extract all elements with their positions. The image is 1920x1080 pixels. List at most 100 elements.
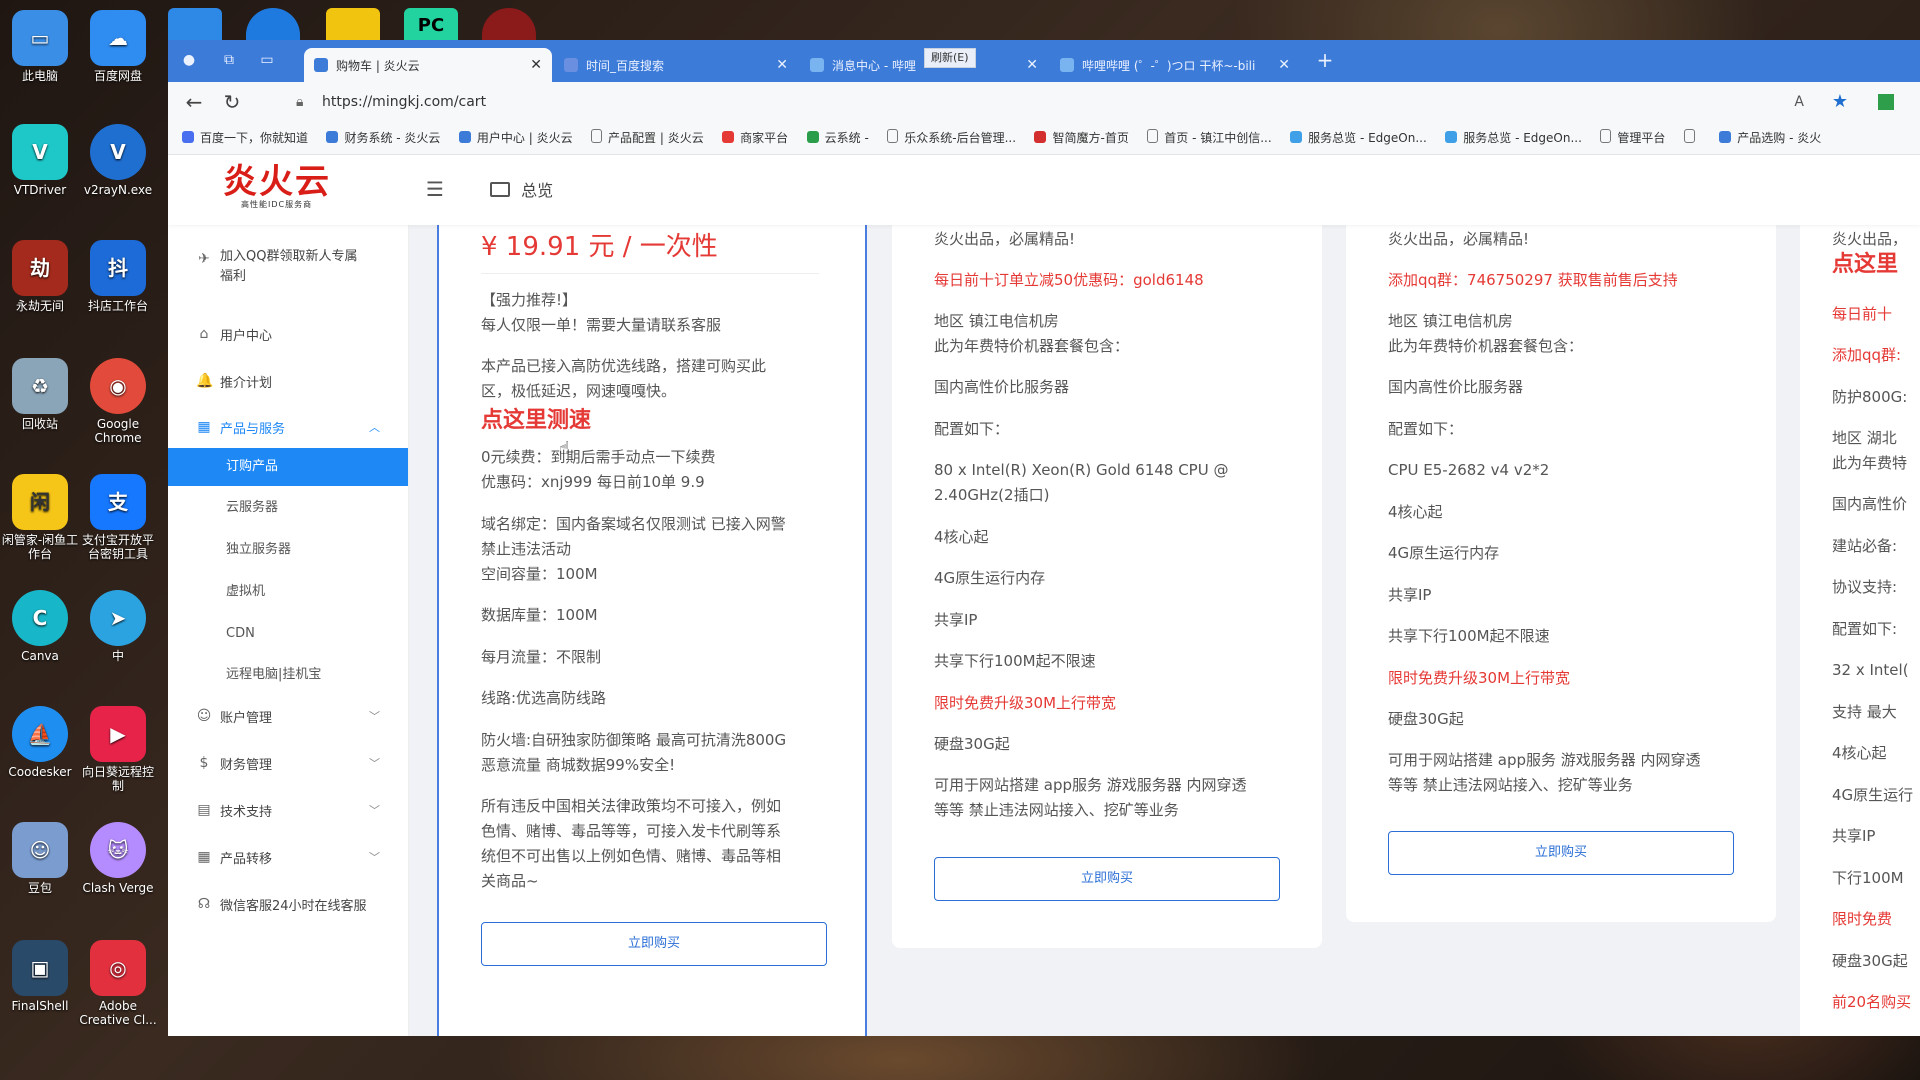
card-text: CPU E5-2682 v4 v2*2 <box>1388 461 1550 479</box>
buy-now-button[interactable]: 立即购买 <box>1388 831 1734 875</box>
close-icon[interactable]: ✕ <box>530 57 542 73</box>
sidebar-item-product-transfer[interactable]: ▦ 产品转移 ﹀ <box>168 838 408 876</box>
desktop-icon-baidu-pan[interactable]: ☁ 百度网盘 <box>78 10 158 83</box>
bookmark-item[interactable]: 服务总览 - EdgeOn... <box>1445 122 1582 154</box>
doubao-icon: ☺ <box>12 822 68 878</box>
app-yellow-icon[interactable] <box>326 8 380 44</box>
url-field[interactable]: 🔒︎ https://mingkj.com/cart A ★ <box>280 88 1900 116</box>
chrome-icon: ◉ <box>90 358 146 414</box>
sidebar-sub-cloud-server[interactable]: 云服务器 <box>168 489 408 527</box>
card-text: 4核心起 <box>1388 503 1443 521</box>
refresh-icon[interactable]: ↻ <box>220 90 244 114</box>
card-text: 地区 镇江电信机房 <box>1388 312 1513 330</box>
site-header: 炎火云 高性能IDC服务商 ☰ 总览 <box>168 155 1920 225</box>
grid-icon: ▦ <box>197 849 211 865</box>
tab-title: 时间_百度搜索 <box>586 58 665 73</box>
buy-now-button[interactable]: 立即购买 <box>481 922 827 966</box>
new-tab-button[interactable]: + <box>1316 48 1334 72</box>
sidebar-sub-vm[interactable]: 虚拟机 <box>168 573 408 611</box>
card-text: 4G原生运行内存 <box>1388 544 1500 562</box>
baidu-favicon-icon <box>564 58 578 72</box>
desktop-icon-recycle-bin[interactable]: ♻ 回收站 <box>0 358 80 431</box>
desktop-icon-label: Google Chrome <box>94 417 142 445</box>
site-logo[interactable]: 炎火云 高性能IDC服务商 <box>223 165 363 215</box>
desktop-icon-v2rayn[interactable]: V v2rayN.exe <box>78 124 158 197</box>
desktop-icon-canva[interactable]: C Canva <box>0 590 80 663</box>
sidebar-item-user-center[interactable]: ⌂ 用户中心 <box>168 315 408 353</box>
bookmark-item[interactable]: 乐众系统-后台管理... <box>887 122 1016 154</box>
adobe-cc-icon: ◎ <box>90 940 146 996</box>
bookmark-item[interactable]: 首页 - 镇江中创信... <box>1147 122 1272 154</box>
tab-actions-icon[interactable]: ▭ <box>258 52 276 70</box>
sidebar-item-wechat-support[interactable]: ☊ 微信客服24小时在线客服 <box>168 885 408 923</box>
monitor-icon <box>490 182 510 197</box>
extension-icon[interactable] <box>1878 94 1894 110</box>
bookmark-item[interactable]: 服务总览 - EdgeOn... <box>1290 122 1427 154</box>
desktop-icon-adobe-cc[interactable]: ◎ Adobe Creative Cl... <box>78 940 158 1027</box>
sidebar-sub-remote-pc[interactable]: 远程电脑|挂机宝 <box>168 656 408 694</box>
card-text: 共享IP <box>1832 827 1876 845</box>
canva-icon: C <box>12 590 68 646</box>
desktop-icon-xianguanjia[interactable]: 闲 闲管家-闲鱼工作台 <box>0 474 80 561</box>
bookmark-item[interactable]: 产品选购 - 炎火 <box>1719 122 1821 154</box>
menu-toggle-icon[interactable]: ☰ <box>426 177 444 201</box>
back-icon[interactable]: ← <box>182 90 206 114</box>
desktop-icon-doudian[interactable]: 抖 抖店工作台 <box>78 240 158 313</box>
file-explorer-icon[interactable] <box>168 8 222 44</box>
buy-now-button[interactable]: 立即购买 <box>934 857 1280 901</box>
sidebar-item-referral[interactable]: 🔔 推介计划 <box>168 362 408 400</box>
pycharm-icon[interactable]: PC <box>404 8 458 44</box>
sidebar-item-finance[interactable]: $ 财务管理 ﹀ <box>168 744 408 782</box>
bookmark-item[interactable]: 管理平台 <box>1600 122 1665 154</box>
close-icon[interactable]: ✕ <box>1278 57 1290 73</box>
card-text: 硬盘30G起 <box>934 735 1010 753</box>
desktop-icon-alipay-tool[interactable]: 支 支付宝开放平台密钥工具 <box>78 474 158 561</box>
tab-cart[interactable]: 购物车 | 炎火云 ✕ <box>304 48 552 82</box>
sidebar-item-account[interactable]: ☺ 账户管理 ﹀ <box>168 697 408 735</box>
bookmark-item[interactable]: 产品配置 | 炎火云 <box>591 122 704 154</box>
desktop-icon-vtdriver[interactable]: V VTDriver <box>0 124 80 197</box>
bookmark-item[interactable]: 智简魔方-首页 <box>1034 122 1129 154</box>
bookmark-item[interactable] <box>1683 122 1701 154</box>
desktop-icon-chrome[interactable]: ◉ Google Chrome <box>78 358 158 445</box>
desktop-icon-coodesker[interactable]: ⛵ Coodesker <box>0 706 80 779</box>
favorite-star-icon[interactable]: ★ <box>1832 88 1848 116</box>
bookmark-item[interactable]: 云系统 - <box>806 122 869 154</box>
bookmark-item[interactable]: 用户中心 | 炎火云 <box>458 122 573 154</box>
desktop-icon-sunlogin[interactable]: ▶ 向日葵远程控制 <box>78 706 158 793</box>
tab-bilibili[interactable]: 哔哩哔哩 (゜-゜)つロ 干杯~-bili ✕ <box>1050 48 1300 82</box>
sidebar-sub-cdn[interactable]: CDN <box>168 615 408 653</box>
desktop-icon-telegram[interactable]: ➤ 中 <box>78 590 158 663</box>
profile-icon[interactable]: ● <box>180 52 198 70</box>
close-icon[interactable]: ✕ <box>1026 57 1038 73</box>
desktop-icon-this-pc[interactable]: ▭ 此电脑 <box>0 10 80 83</box>
card-text: 每月流量：不限制 <box>481 648 602 666</box>
collections-icon[interactable]: ⧉ <box>220 52 238 70</box>
tab-baidu-search[interactable]: 时间_百度搜索 ✕ <box>554 48 798 82</box>
speed-test-link[interactable]: 点这里测速 <box>481 407 835 435</box>
desktop-icon-naraka[interactable]: 劫 永劫无间 <box>0 240 80 313</box>
sidebar-item-support[interactable]: ▤ 技术支持 ﹀ <box>168 791 408 829</box>
desktop-icon-finalshell[interactable]: ▣ FinalShell <box>0 940 80 1013</box>
edgeone-icon <box>1445 131 1458 143</box>
speed-test-link[interactable]: 点这里 <box>1832 251 1920 279</box>
desktop-icon-clash-verge[interactable]: 🐱 Clash Verge <box>78 822 158 895</box>
card-text: 硬盘30G起 <box>1832 952 1908 970</box>
sidebar-sub-dedicated-server[interactable]: 独立服务器 <box>168 531 408 569</box>
close-icon[interactable]: ✕ <box>776 57 788 73</box>
bookmark-item[interactable]: 财务系统 - 炎火云 <box>326 122 440 154</box>
recycle-bin-icon: ♻ <box>12 358 68 414</box>
sidebar-item-join-qq[interactable]: ✈ 加入QQ群领取新人专属福利 <box>168 247 408 303</box>
card-text: 共享IP <box>934 611 978 629</box>
read-aloud-icon[interactable]: A <box>1794 88 1804 116</box>
card-text: 空间容量：100M <box>481 565 598 583</box>
overview-link[interactable]: 总览 <box>490 177 553 201</box>
bookmark-item[interactable]: 商家平台 <box>722 122 788 154</box>
sidebar-item-label: 推介计划 <box>220 375 273 391</box>
sidebar-item-products[interactable]: ▦ 产品与服务 ︿ <box>168 408 408 446</box>
bookmark-item[interactable]: 百度一下，你就知道 <box>182 122 308 154</box>
card-text: 共享下行100M起不限速 <box>934 652 1096 670</box>
card-text: 4核心起 <box>1832 744 1887 762</box>
sidebar-sub-order-products[interactable]: 订购产品 <box>168 448 408 486</box>
desktop-icon-doubao[interactable]: ☺ 豆包 <box>0 822 80 895</box>
